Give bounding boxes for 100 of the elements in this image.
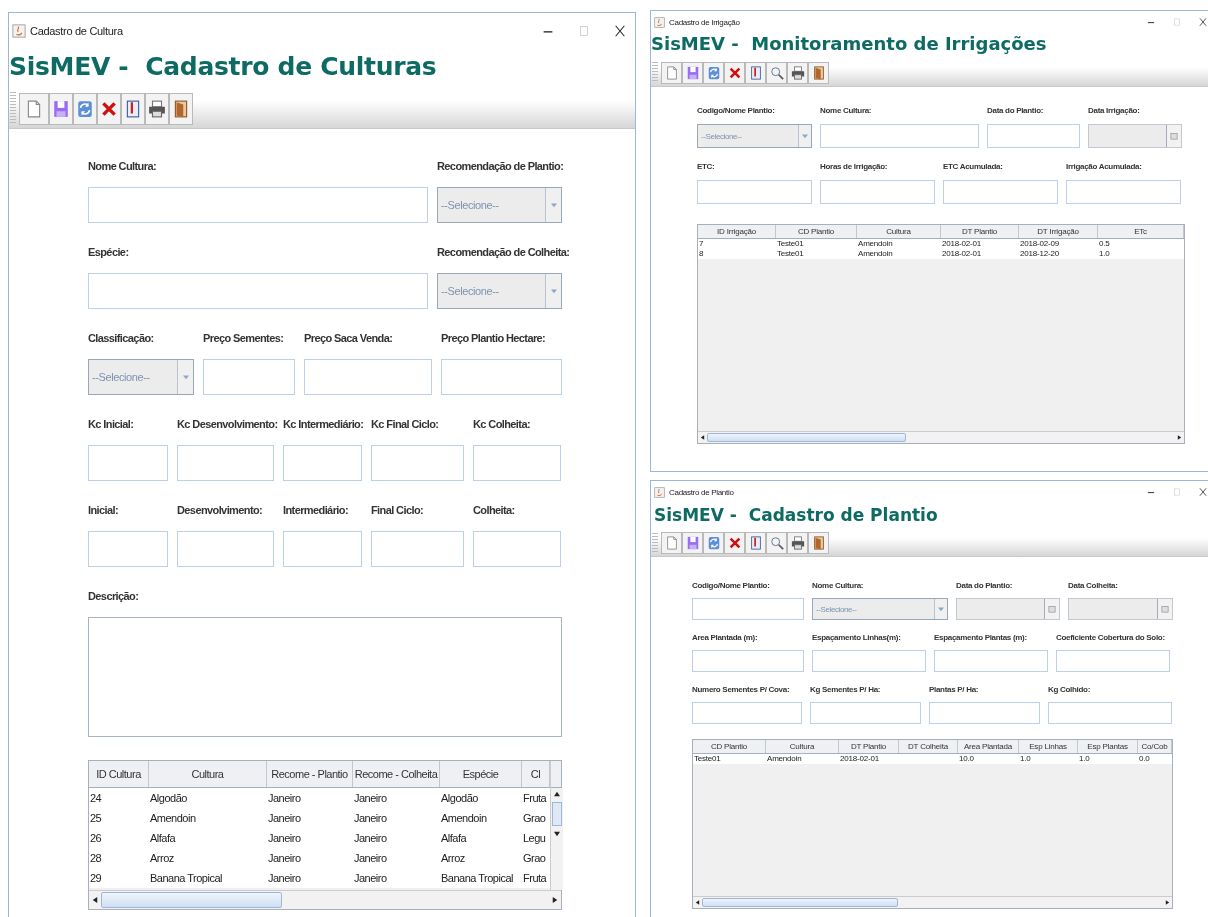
table-row[interactable]: 29 Banana Tropical Janeiro Janeiro Banana Tropical Fruta [89,868,550,888]
refresh-button[interactable] [73,92,97,125]
table-row[interactable]: 7 Teste01 Amendoin 2018-02-01 2018-02-09 0.5 [698,239,1184,249]
book-button[interactable] [745,532,766,554]
save-button[interactable] [682,532,703,554]
exit-button[interactable] [169,92,193,125]
field-label: Nome Cultura: [820,105,872,117]
book-button[interactable] [121,92,145,125]
text-field[interactable] [177,445,274,481]
refresh-button[interactable] [703,532,724,554]
text-field[interactable] [177,531,274,567]
horizontal-scrollbar[interactable] [693,896,1172,908]
text-area[interactable] [88,617,562,737]
text-field[interactable] [283,445,362,481]
delete-button[interactable] [724,532,745,554]
column-header[interactable]: DT Plantio [941,225,1019,238]
text-field[interactable] [820,124,979,148]
text-field[interactable] [371,531,464,567]
refresh-button[interactable] [703,61,724,84]
new-document-button[interactable] [661,61,682,84]
column-header[interactable]: DT Plantio [839,740,899,753]
column-header[interactable]: CD Plantio [693,740,766,753]
table-row[interactable]: 24 Algodão Janeiro Janeiro Algodão Fruta [89,788,550,808]
column-header[interactable]: Cultura [857,225,941,238]
delete-button[interactable] [724,61,745,84]
field-label: Nome Cultura: [812,580,864,592]
column-header[interactable]: DT Colheita [899,740,958,753]
print-button[interactable] [145,92,169,125]
maximize-icon[interactable] [1172,487,1182,497]
search-button[interactable] [766,61,787,84]
text-field[interactable] [929,702,1040,724]
text-field[interactable] [473,445,561,481]
table-row[interactable]: 25 Amendoin Janeiro Janeiro Amendoin Grao [89,808,550,828]
column-header[interactable]: Esp Plantas [1078,740,1138,753]
text-field[interactable] [88,187,428,223]
scroll-right-icon [1175,433,1184,442]
text-field[interactable] [371,445,464,481]
text-field[interactable] [283,531,362,567]
exit-button[interactable] [808,532,829,554]
table-row[interactable]: Teste01 Amendoin 2018-02-01 10.0 1.0 1.0 0.0 [693,754,1172,764]
text-field[interactable] [820,180,935,204]
print-button[interactable] [787,532,808,554]
column-header[interactable]: ETc [1098,225,1184,238]
text-field[interactable] [304,359,432,395]
book-button[interactable] [745,61,766,84]
table-row[interactable]: 26 Alfafa Janeiro Janeiro Alfafa Legu [89,828,550,848]
horizontal-scrollbar[interactable] [89,890,561,909]
column-header[interactable]: Recome - Plantio [267,761,353,787]
text-field[interactable] [88,273,428,309]
table-row[interactable]: 8 Teste01 Amendoin 2018-02-01 2018-12-20 1.0 [698,249,1184,259]
save-button[interactable] [682,61,703,84]
column-header[interactable]: CD Plantio [776,225,857,238]
column-header[interactable]: Co/Cob [1138,740,1172,753]
maximize-icon[interactable] [1172,17,1182,27]
text-field[interactable] [934,650,1048,672]
text-field[interactable] [692,702,802,724]
scroll-thumb[interactable] [702,898,898,907]
text-field[interactable] [1066,180,1181,204]
new-document-button[interactable] [661,532,682,554]
save-button[interactable] [49,92,73,125]
text-field[interactable] [473,531,561,567]
column-header[interactable]: Cultura [766,740,839,753]
text-field[interactable] [1056,650,1170,672]
column-header[interactable]: Cultura [149,761,267,787]
text-field[interactable] [203,359,295,395]
print-button[interactable] [787,61,808,84]
column-header[interactable]: Esp Linhas [1019,740,1078,753]
table-cell-text: 25 [89,811,103,826]
close-icon[interactable] [1198,17,1208,27]
column-header[interactable]: ID Cultura [89,761,149,787]
search-button[interactable] [766,532,787,554]
text-field[interactable] [692,598,804,620]
text-field[interactable] [692,650,804,672]
column-header[interactable]: Espécie [440,761,522,787]
column-header[interactable]: DT Irrigação [1019,225,1098,238]
delete-button[interactable] [97,92,121,125]
text-field[interactable] [697,180,812,204]
horizontal-scrollbar[interactable] [698,431,1184,443]
exit-button[interactable] [808,61,829,84]
column-header[interactable]: Recome - Colheita [353,761,440,787]
text-field[interactable] [88,445,168,481]
scroll-thumb[interactable] [707,433,906,442]
text-field[interactable] [441,359,562,395]
text-field[interactable] [943,180,1058,204]
text-field[interactable] [88,531,168,567]
table-row[interactable]: 28 Arroz Janeiro Janeiro Arroz Grao [89,848,550,868]
text-field[interactable] [987,124,1080,148]
column-header[interactable]: ID Irrigação [698,225,776,238]
column-header[interactable]: Area Plantada [958,740,1019,753]
field-label: Intermediário: [283,503,348,518]
text-field[interactable] [812,650,926,672]
scroll-thumb[interactable] [101,892,283,908]
new-document-button[interactable] [19,92,49,125]
text-field[interactable] [810,702,921,724]
close-icon[interactable] [613,24,627,38]
table-cell-text: 2018-02-01 [941,239,982,249]
maximize-icon[interactable] [577,24,591,38]
text-field[interactable] [1048,702,1172,724]
close-icon[interactable] [1198,487,1208,497]
scroll-thumb[interactable] [552,802,562,826]
